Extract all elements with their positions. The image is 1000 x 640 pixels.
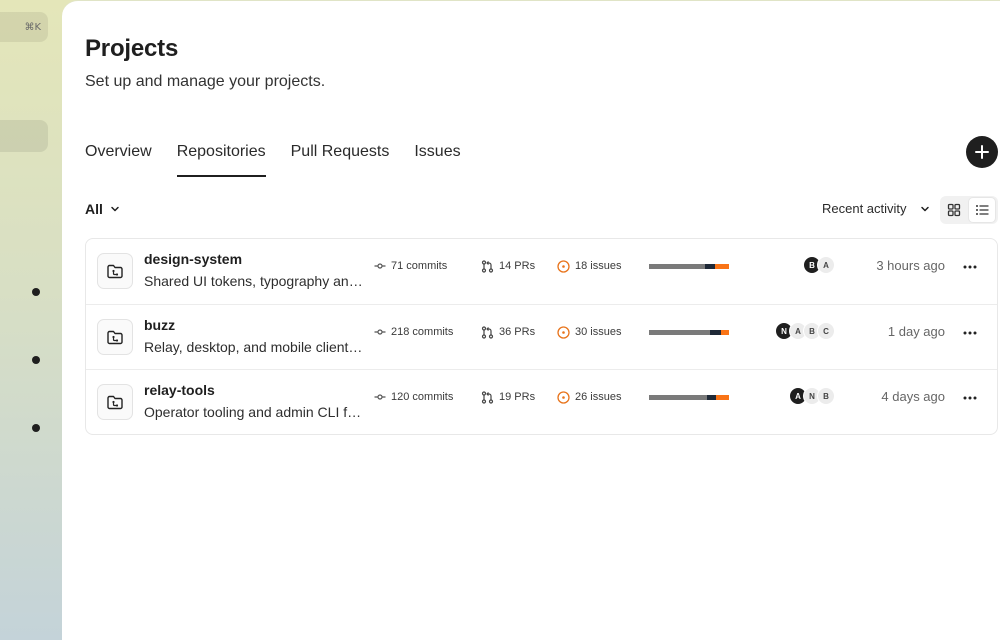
tab-repositories[interactable]: Repositories — [176, 143, 266, 177]
activity-bar-segment-orange — [714, 264, 729, 269]
pr-count: 14 PRs — [481, 258, 535, 274]
repository-name[interactable]: buzz — [144, 317, 175, 333]
more-options-button[interactable] — [962, 259, 978, 275]
view-toggle — [940, 196, 998, 224]
more-horizontal-icon — [963, 331, 977, 335]
repository-description: Shared UI tokens, typography and compone… — [144, 273, 368, 289]
repository-description: Operator tooling and admin CLI for relay… — [144, 404, 368, 420]
issue-count: 26 issues — [557, 389, 621, 405]
updated-time: 3 hours ago — [876, 258, 945, 273]
activity-bar — [649, 330, 729, 335]
activity-bar-segment-dark — [706, 395, 717, 400]
avatar[interactable]: A — [817, 256, 835, 274]
repository-list: design-system Shared UI tokens, typograp… — [85, 238, 998, 435]
avatar[interactable]: B — [817, 387, 835, 405]
add-repository-button[interactable] — [966, 136, 998, 168]
pr-count: 36 PRs — [481, 324, 535, 340]
activity-bar-segment-gray — [649, 330, 710, 335]
pull-request-icon — [481, 325, 494, 339]
avatar[interactable]: C — [817, 322, 835, 340]
commit-icon — [374, 263, 386, 269]
tab-bar: Overview Repositories Pull Requests Issu… — [85, 143, 486, 177]
filter-label: All — [85, 201, 103, 217]
search-shortcut[interactable]: ⌘K — [0, 12, 48, 42]
commit-count-text: 218 commits — [391, 326, 454, 338]
chevron-down-icon — [109, 203, 121, 215]
tab-pull-requests[interactable]: Pull Requests — [291, 143, 390, 177]
issue-count-text: 26 issues — [575, 391, 622, 403]
folder-git-icon — [97, 384, 133, 420]
repository-name[interactable]: design-system — [144, 251, 242, 267]
commit-count-text: 71 commits — [391, 260, 448, 272]
chevron-down-icon — [919, 203, 931, 215]
issue-icon — [557, 325, 570, 339]
commit-count: 120 commits — [374, 389, 453, 405]
list-view-button[interactable] — [968, 197, 996, 223]
issue-count-text: 18 issues — [575, 260, 622, 272]
activity-bar-segment-orange — [720, 330, 729, 335]
activity-bar-segment-orange — [716, 395, 729, 400]
issue-count: 30 issues — [557, 324, 621, 340]
contributor-avatars: ANB — [789, 387, 835, 405]
repository-row[interactable]: relay-tools Operator tooling and admin C… — [86, 369, 997, 434]
dot-icon[interactable] — [32, 424, 40, 432]
activity-bar-segment-gray — [649, 264, 705, 269]
updated-time: 1 day ago — [887, 324, 945, 339]
pr-count: 19 PRs — [481, 389, 535, 405]
contributor-avatars: BA — [803, 256, 835, 274]
tab-issues[interactable]: Issues — [414, 143, 460, 177]
pull-request-icon — [481, 259, 494, 273]
page-subtitle: Set up and manage your projects. — [85, 73, 326, 90]
sidebar-active-item[interactable] — [0, 120, 48, 152]
pr-count-text: 19 PRs — [499, 391, 536, 403]
issue-icon — [557, 390, 570, 404]
sort-dropdown[interactable]: Recent activity — [822, 201, 931, 216]
dot-icon[interactable] — [32, 356, 40, 364]
folder-git-icon — [97, 253, 133, 289]
commit-icon — [374, 394, 386, 400]
sidebar: ⌘K — [0, 0, 62, 640]
grid-icon — [947, 203, 961, 217]
issue-count-text: 30 issues — [575, 326, 622, 338]
page-title: Projects — [85, 35, 179, 62]
commit-count: 71 commits — [374, 258, 447, 274]
filter-dropdown[interactable]: All — [85, 201, 121, 217]
sort-label: Recent activity — [822, 201, 907, 216]
repository-name[interactable]: relay-tools — [144, 382, 215, 398]
plus-icon — [975, 145, 989, 159]
pull-request-icon — [481, 390, 494, 404]
activity-bar — [649, 264, 729, 269]
repository-row[interactable]: design-system Shared UI tokens, typograp… — [86, 239, 997, 304]
dot-icon[interactable] — [32, 288, 40, 296]
more-options-button[interactable] — [962, 390, 978, 406]
repository-row[interactable]: buzz Relay, desktop, and mobile clients … — [86, 304, 997, 369]
tab-overview[interactable]: Overview — [85, 143, 152, 177]
commit-count: 218 commits — [374, 324, 453, 340]
main-panel: Projects Set up and manage your projects… — [62, 0, 1000, 640]
activity-bar-segment-dark — [705, 264, 715, 269]
activity-bar-segment-gray — [649, 395, 707, 400]
more-horizontal-icon — [963, 396, 977, 400]
pr-count-text: 14 PRs — [499, 260, 536, 272]
pr-count-text: 36 PRs — [499, 326, 536, 338]
updated-time: 4 days ago — [881, 389, 945, 404]
commit-icon — [374, 329, 386, 335]
contributor-avatars: NABC — [775, 322, 835, 340]
issue-count: 18 issues — [557, 258, 621, 274]
list-icon — [976, 205, 989, 215]
issue-icon — [557, 259, 570, 273]
more-horizontal-icon — [963, 265, 977, 269]
activity-bar-segment-dark — [709, 330, 721, 335]
folder-git-icon — [97, 319, 133, 355]
commit-count-text: 120 commits — [391, 391, 454, 403]
repository-description: Relay, desktop, and mobile clients for b… — [144, 339, 368, 355]
grid-view-button[interactable] — [940, 197, 968, 223]
activity-bar — [649, 395, 729, 400]
more-options-button[interactable] — [962, 325, 978, 341]
